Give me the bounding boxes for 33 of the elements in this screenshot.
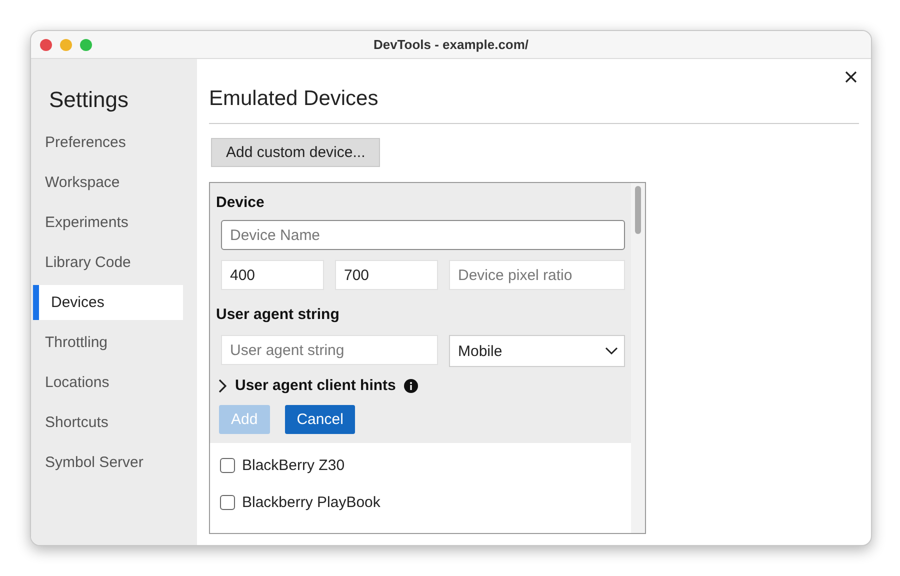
chevron-icon[interactable] — [218, 378, 227, 392]
device-label: BlackBerry Z30 — [242, 457, 345, 474]
sidebar-item[interactable]: Preferences — [31, 125, 183, 160]
section-heading: User agent string — [216, 306, 340, 323]
height-field[interactable]: 700 — [335, 260, 438, 290]
add-custom-device-button[interactable]: Add custom device... — [211, 138, 380, 167]
checkbox[interactable] — [220, 458, 235, 473]
device-pixel-ratio-field[interactable]: Device pixel ratio — [449, 260, 625, 290]
cancel-button[interactable]: Cancel — [284, 405, 356, 434]
close-window-button[interactable] — [40, 38, 52, 50]
sidebar-item[interactable]: Symbol Server — [31, 445, 183, 480]
device-name-field[interactable]: Device Name — [221, 220, 625, 250]
sidebar-item[interactable]: Devices — [33, 285, 183, 320]
window-title: DevTools - example.com/ — [373, 37, 529, 52]
page-title: Emulated Devices — [209, 87, 859, 124]
sidebar-item[interactable]: Shortcuts — [31, 405, 183, 440]
user-agent-field[interactable]: User agent string — [221, 335, 438, 365]
client-hints-label[interactable]: User agent client hints — [235, 377, 396, 394]
info-icon[interactable] — [404, 378, 418, 392]
section-heading: Device — [216, 194, 266, 211]
sidebar-item[interactable]: Experiments — [31, 205, 183, 240]
chevron-down-icon — [605, 347, 618, 355]
device-label: Blackberry PlayBook — [242, 494, 380, 511]
sidebar-item[interactable]: Throttling — [31, 325, 183, 360]
close-button[interactable] — [843, 69, 859, 85]
settings-title: Settings — [48, 87, 130, 113]
sidebar-item[interactable]: Workspace — [31, 165, 183, 200]
sidebar-item[interactable]: Locations — [31, 365, 183, 400]
checkbox[interactable] — [220, 495, 235, 510]
sidebar-item[interactable]: Library Code — [31, 245, 183, 280]
scrollbar-thumb[interactable] — [635, 186, 641, 234]
user-agent-type-select[interactable]: Mobile — [449, 335, 625, 367]
width-field[interactable]: 400 — [221, 260, 324, 290]
